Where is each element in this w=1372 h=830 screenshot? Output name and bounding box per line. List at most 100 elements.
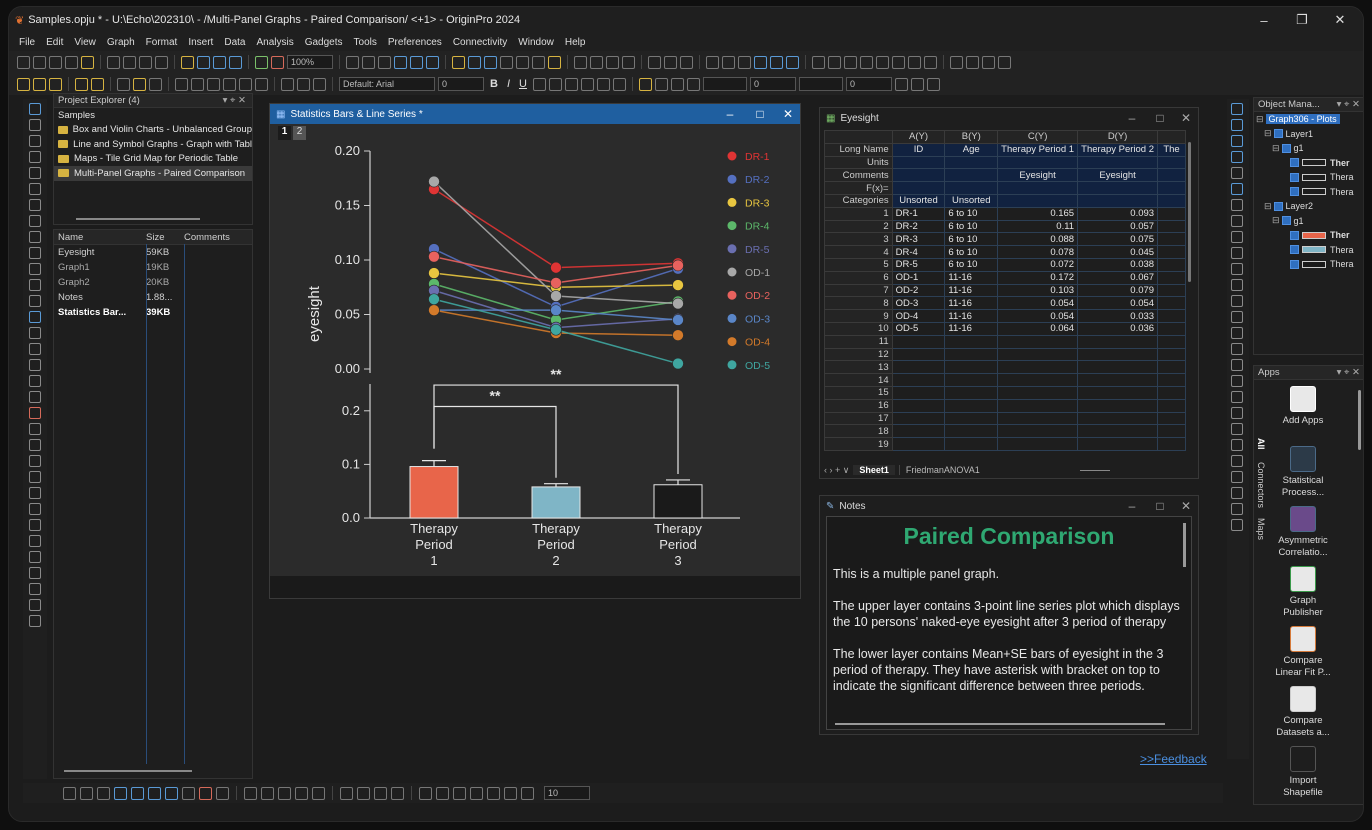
theme-graph-icon[interactable] xyxy=(786,55,799,69)
home-tool-icon[interactable] xyxy=(29,615,41,627)
data-cell[interactable] xyxy=(1157,321,1186,336)
filter-icon[interactable] xyxy=(706,55,719,69)
tilt-icon[interactable] xyxy=(374,786,387,800)
label-cell[interactable]: The xyxy=(1157,142,1186,157)
area-plot-icon[interactable] xyxy=(131,786,144,800)
group-objects-icon[interactable] xyxy=(1231,423,1243,435)
column-header[interactable]: B(Y) xyxy=(944,130,999,144)
data-cell[interactable]: 6 to 10 xyxy=(944,219,999,234)
worksheet-grid[interactable]: A(Y) B(Y) C(Y) D(Y) Long Name ID Age Therapy Pe… xyxy=(824,130,1186,451)
row-number[interactable]: 19 xyxy=(824,437,893,451)
data-cell[interactable] xyxy=(1157,257,1186,272)
data-cell[interactable]: 0.036 xyxy=(1077,321,1159,336)
bold-button[interactable]: B xyxy=(490,78,498,90)
data-cell[interactable] xyxy=(944,411,999,426)
data-cell[interactable] xyxy=(891,424,946,439)
first-icon[interactable] xyxy=(950,55,963,69)
label-cell[interactable]: Therapy Period 2 xyxy=(1077,142,1159,157)
column-header[interactable]: C(Y) xyxy=(997,130,1079,144)
menu-gadgets[interactable]: Gadgets xyxy=(305,37,343,48)
data-cell[interactable]: 0.045 xyxy=(1077,245,1159,259)
zoom-in-tool-icon[interactable] xyxy=(29,119,41,131)
plot-checkbox[interactable] xyxy=(1290,187,1299,197)
new-excel-icon[interactable] xyxy=(139,55,152,69)
row-number[interactable]: 10 xyxy=(824,321,893,336)
scatter-plot-icon[interactable] xyxy=(80,786,93,800)
row-number[interactable]: 16 xyxy=(824,398,893,413)
plot-checkbox[interactable] xyxy=(1290,245,1299,255)
data-cell[interactable]: 0.064 xyxy=(997,321,1079,336)
data-cell[interactable]: 0.079 xyxy=(1077,283,1159,298)
data-cell[interactable] xyxy=(1157,411,1186,426)
row-number[interactable]: 18 xyxy=(824,424,893,439)
column-header[interactable]: D(Y) xyxy=(1077,130,1159,144)
add-layer-icon[interactable] xyxy=(175,77,188,91)
arrange-icon[interactable] xyxy=(149,77,162,91)
box-plot-icon[interactable] xyxy=(148,786,161,800)
add-inset-icon[interactable] xyxy=(1231,247,1243,259)
data-cell[interactable] xyxy=(1157,398,1186,413)
data-cell[interactable]: 11-16 xyxy=(944,309,999,323)
notes-content[interactable]: Paired Comparison This is a multiple pan… xyxy=(826,516,1192,730)
row-number[interactable]: 1 xyxy=(824,206,893,221)
data-cell[interactable]: OD-4 xyxy=(891,309,946,323)
whole-page-icon[interactable] xyxy=(500,55,513,69)
app-statistical-process[interactable]: Statistical Process... xyxy=(1272,446,1334,499)
data-cell[interactable]: 0.054 xyxy=(997,309,1079,323)
paste-icon[interactable] xyxy=(313,77,326,91)
insert-table-icon[interactable] xyxy=(29,439,41,451)
mask-tool-icon[interactable] xyxy=(29,215,41,227)
rectangle-tool-icon[interactable] xyxy=(29,311,41,323)
app-import-shapefile[interactable]: Import Shapefile xyxy=(1272,746,1334,799)
region-tool-icon[interactable] xyxy=(29,199,41,211)
filter-options-icon[interactable] xyxy=(738,55,751,69)
row-number[interactable]: 6 xyxy=(824,270,893,285)
annotation-tool-icon[interactable] xyxy=(29,183,41,195)
tree-group-node[interactable]: ⊟ g1 xyxy=(1254,141,1363,156)
data-cell[interactable]: 0.072 xyxy=(997,257,1079,272)
folder-item[interactable]: Box and Violin Charts - Unbalanced Group xyxy=(54,123,252,138)
vertical-scrollbar[interactable] xyxy=(1358,390,1361,450)
plot-details-icon[interactable] xyxy=(1231,135,1243,147)
data-cell[interactable] xyxy=(997,360,1079,375)
arrow-tool-icon[interactable] xyxy=(29,263,41,275)
import-icon[interactable] xyxy=(17,77,30,91)
column-header[interactable] xyxy=(1157,130,1186,144)
column-chart-icon[interactable] xyxy=(648,55,661,69)
menu-format[interactable]: Format xyxy=(146,37,178,48)
insert-object-icon[interactable] xyxy=(29,471,41,483)
file-row[interactable]: Graph1 19KB xyxy=(54,260,252,275)
stacked-chart-icon[interactable] xyxy=(680,55,693,69)
row-label[interactable]: Categories xyxy=(824,193,893,208)
statistics-plot-icon[interactable] xyxy=(199,786,212,800)
apps-tab-all[interactable]: All xyxy=(1256,438,1266,450)
screen-reader-icon[interactable] xyxy=(532,55,545,69)
worksheet-maximize-button[interactable]: □ xyxy=(1146,108,1174,128)
data-cell[interactable] xyxy=(1077,334,1159,349)
data-cell[interactable] xyxy=(1077,424,1159,439)
data-cell[interactable] xyxy=(1157,347,1186,362)
tree-graph-node[interactable]: ⊟ Graph306 - Plots xyxy=(1254,112,1363,127)
label-cell[interactable] xyxy=(1077,193,1159,208)
insert-formula-icon[interactable] xyxy=(29,535,41,547)
menu-connectivity[interactable]: Connectivity xyxy=(453,37,507,48)
file-row[interactable]: Notes 1.88... xyxy=(54,290,252,305)
open-icon[interactable] xyxy=(181,55,194,69)
zoom-in-icon[interactable] xyxy=(468,55,481,69)
sheet-tab-active[interactable]: Sheet1 xyxy=(853,465,895,475)
data-cell[interactable] xyxy=(891,347,946,362)
layer-mgmt-icon[interactable] xyxy=(223,77,236,91)
sheet-nav-icon[interactable]: ‹ › + ∨ xyxy=(824,465,849,476)
graph-maximize-button[interactable]: □ xyxy=(746,104,774,124)
align-left-icon[interactable] xyxy=(1231,263,1243,275)
previous-icon[interactable] xyxy=(966,55,979,69)
data-cell[interactable] xyxy=(1157,309,1186,323)
file-row[interactable]: Eyesight 59KB xyxy=(54,245,252,260)
row-number[interactable]: 15 xyxy=(824,385,893,400)
data-cell[interactable]: 0.054 xyxy=(997,296,1079,311)
data-cell[interactable] xyxy=(997,437,1079,451)
same-height-icon[interactable] xyxy=(1231,343,1243,355)
data-cell[interactable]: DR-1 xyxy=(891,206,946,221)
layer-tool-icon[interactable] xyxy=(29,391,41,403)
distribute-v-icon[interactable] xyxy=(1231,503,1243,515)
